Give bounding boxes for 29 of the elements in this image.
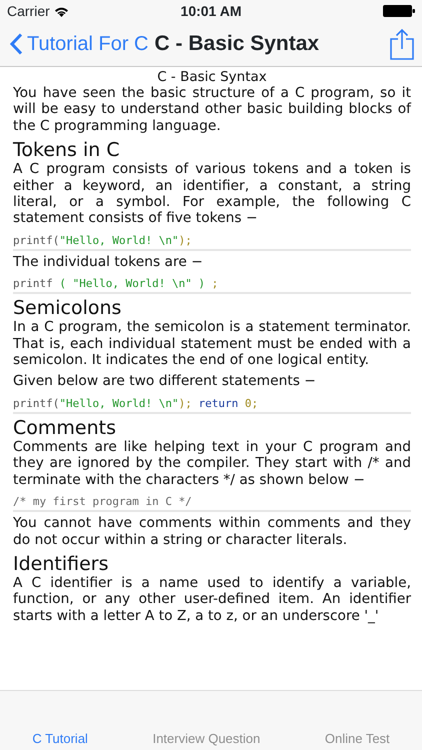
tab[interactable]: Online Test [318, 728, 396, 748]
paragraph: Given below are two different statements − [13, 373, 317, 390]
paragraph: You have seen the basic structure of a C program, so it will be easy to understand other basic building blocks of the C programming language. [13, 85, 411, 134]
code-line: printf("Hello, World! \n"); return 0; [13, 394, 411, 414]
section-heading: Identifiers [13, 552, 110, 575]
paragraph: A C program consists of various tokens and a token is either a keyword, an identifier, a constant, a string literal, or a symbol. For example, the following C statement consists of five tokens − [13, 161, 411, 227]
clock: 10:01 AM [180, 2, 242, 20]
paragraph: In a C program, the semicolon is a statement terminator. That is, each individual statement must be ended with a semicolon. It indicates the end of one logical entity. [13, 319, 411, 368]
page-title: C - Basic Syntax [154, 31, 320, 58]
paragraph: You cannot have comments within comments and they do not occur within a string or character literals. [13, 515, 411, 548]
share-button[interactable] [390, 28, 414, 60]
code-line: /* my first program in C */ [13, 493, 411, 512]
paragraph: Comments are like helping text in your C program and they are ignored by the compiler. They start with /* and terminate with the characters */ as shown below − [13, 438, 411, 488]
code-line: printf("Hello, World! \n"); [13, 232, 411, 251]
code-line: printf ( "Hello, World! \n" ) ; [13, 275, 411, 294]
section-heading: Tokens in C [13, 139, 121, 162]
section-heading: Semicolons [13, 297, 122, 320]
article-title: C - Basic Syntax [156, 69, 268, 85]
tab[interactable]: C Tutorial [26, 728, 94, 748]
back-button[interactable]: Tutorial For C [10, 29, 149, 59]
carrier-label: Carrier [7, 2, 50, 20]
wifi-icon [54, 6, 69, 16]
battery-icon [383, 5, 416, 17]
tab[interactable]: Interview Question [146, 728, 266, 748]
section-heading: Comments [13, 416, 117, 439]
paragraph: The individual tokens are − [13, 254, 204, 270]
paragraph: A C identifier is a name used to identify a variable, function, or any other user-defined item. An identifier starts with a letter A to Z, a to z, or an underscore '_' [13, 574, 411, 624]
back-chevron-icon [10, 33, 23, 55]
share-icon [390, 28, 414, 60]
